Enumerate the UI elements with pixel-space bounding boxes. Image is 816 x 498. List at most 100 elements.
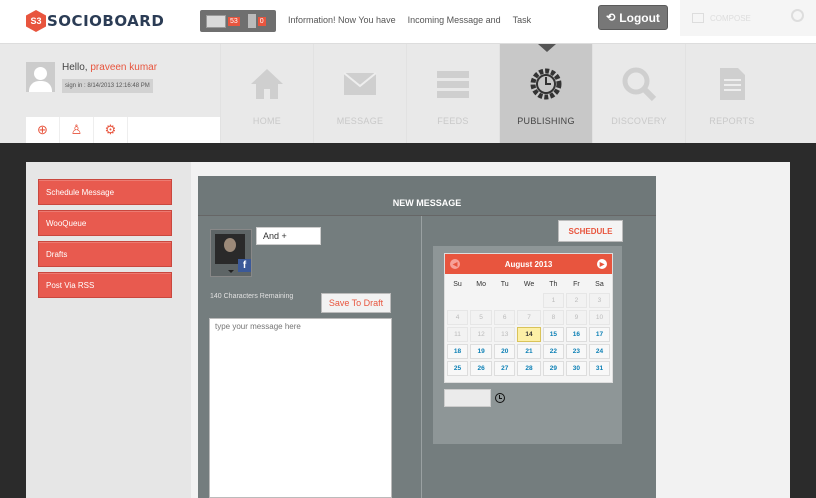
calendar-day[interactable]: 22 <box>542 344 564 359</box>
calendar-day[interactable]: 28 <box>517 361 541 376</box>
calendar-day[interactable]: 27 <box>494 361 516 376</box>
weekday-header: Su <box>453 280 462 288</box>
calendar-day: 6 <box>494 310 516 325</box>
sidebar-item-schedule-message[interactable]: Schedule Message <box>38 179 172 205</box>
calendar-day[interactable]: 19 <box>470 344 493 359</box>
sidebar-item-drafts[interactable]: Drafts <box>38 241 172 267</box>
calendar-day: 5 <box>470 310 493 325</box>
chevron-down-icon <box>228 270 234 273</box>
gear-icon[interactable]: ⚙ <box>94 117 128 143</box>
calendar-day[interactable]: 17 <box>588 327 610 342</box>
task-link[interactable]: Task <box>513 15 532 25</box>
info-links: Information! Now You have Incoming Messa… <box>288 15 531 25</box>
nav-discovery-label: DISCOVERY <box>611 116 667 126</box>
envelope-icon[interactable] <box>206 14 226 28</box>
calendar-day: 9 <box>565 310 587 325</box>
logo-text: SOCIOBOARD <box>47 12 165 30</box>
weekday-header: Th <box>549 280 558 288</box>
calendar-day: 3 <box>588 293 610 308</box>
schedule-button[interactable]: SCHEDULE <box>558 220 623 242</box>
add-account-icon[interactable]: ⊕ <box>26 117 60 143</box>
calendar-day: 7 <box>517 310 541 325</box>
profile-selector[interactable]: f <box>210 229 252 277</box>
prev-month-icon[interactable]: ◀ <box>450 259 460 269</box>
compose-icon <box>692 13 704 23</box>
calendar-day[interactable]: 24 <box>588 344 610 359</box>
trash-count-badge: 0 <box>257 16 266 26</box>
search-icon[interactable] <box>791 9 804 22</box>
nav-home[interactable]: HOME <box>220 44 313 143</box>
notification-box: 53 0 <box>200 10 276 32</box>
users-icon[interactable]: ♙ <box>60 117 94 143</box>
calendar-day[interactable]: 23 <box>565 344 587 359</box>
incoming-message-link[interactable]: Incoming Message and <box>408 15 501 25</box>
top-bar: S3 SOCIOBOARD 53 0 Information! Now You … <box>0 0 816 44</box>
time-input[interactable] <box>444 389 491 407</box>
characters-remaining: 140 Characters Remaining <box>210 293 294 300</box>
calendar-day[interactable]: 20 <box>494 344 516 359</box>
sidebar-item-wooqueue[interactable]: WooQueue <box>38 210 172 236</box>
calendar-day[interactable]: 25 <box>447 361 469 376</box>
calendar-day[interactable]: 21 <box>517 344 541 359</box>
calendar-grid: Su Mo Tu We Th Fr Sa 1 2 3 4 5 6 7 8 9 10 11 12 13 14 15 16 17… <box>445 275 612 378</box>
calendar-day[interactable]: 18 <box>447 344 469 359</box>
calendar-day: 13 <box>494 327 516 342</box>
compose-button[interactable]: COMPOSE <box>680 0 816 36</box>
weekday-header: Mo <box>476 280 486 288</box>
logo[interactable]: S3 SOCIOBOARD <box>26 10 164 32</box>
nav-home-label: HOME <box>252 116 282 126</box>
logout-button[interactable]: ⟲ Logout <box>598 5 668 30</box>
calendar-day: 11 <box>447 327 469 342</box>
trash-icon[interactable] <box>247 14 256 28</box>
save-draft-button[interactable]: Save To Draft <box>321 293 391 313</box>
nav-reports-label: REPORTS <box>709 116 755 126</box>
calendar-day: 2 <box>565 293 587 308</box>
hello-label: Hello, <box>62 62 88 73</box>
calendar-day[interactable]: 14 <box>517 327 541 342</box>
calendar-month: August 2013 <box>504 259 553 269</box>
calendar-empty-cell <box>517 293 541 308</box>
sidebar-item-post-via-rss[interactable]: Post Via RSS <box>38 272 172 298</box>
calendar-day: 8 <box>542 310 564 325</box>
nav-message[interactable]: MESSAGE <box>313 44 406 143</box>
nav-feeds-label: FEEDS <box>437 116 469 126</box>
nav-discovery[interactable]: DISCOVERY <box>592 44 685 143</box>
calendar-day[interactable]: 16 <box>565 327 587 342</box>
weekday-header: Tu <box>500 280 509 288</box>
calendar-day[interactable]: 15 <box>542 327 564 342</box>
calendar-day: 1 <box>542 293 564 308</box>
compose-label: COMPOSE <box>710 13 751 23</box>
nav-publishing[interactable]: PUBLISHING <box>499 44 592 143</box>
calendar-empty-cell <box>494 293 515 308</box>
home-icon <box>251 69 283 99</box>
main-nav: HOME MESSAGE FEEDS PUBLISHING DISCOVERY … <box>220 44 778 143</box>
calendar-day: 4 <box>447 310 469 325</box>
calendar-day: 10 <box>588 310 610 325</box>
add-profile-button[interactable]: And + <box>256 227 321 245</box>
message-input[interactable] <box>209 318 392 498</box>
calendar-empty-cell <box>470 293 492 308</box>
logout-icon: ⟲ <box>606 12 616 24</box>
info-link[interactable]: Information! Now You have <box>288 15 396 25</box>
calendar: ◀ August 2013 ▶ Su Mo Tu We Th Fr Sa 123456789… <box>444 253 613 383</box>
facebook-icon: f <box>238 259 251 272</box>
nav-publishing-label: PUBLISHING <box>517 116 575 126</box>
weekday-header: Fr <box>573 280 580 288</box>
next-month-icon[interactable]: ▶ <box>597 259 607 269</box>
calendar-day: 12 <box>470 327 493 342</box>
nav-feeds[interactable]: FEEDS <box>406 44 499 143</box>
calendar-day[interactable]: 26 <box>470 361 493 376</box>
envelope-icon <box>343 72 377 95</box>
magnifier-icon <box>622 67 657 102</box>
nav-reports[interactable]: REPORTS <box>685 44 778 143</box>
calendar-day[interactable]: 30 <box>565 361 587 376</box>
nav-message-label: MESSAGE <box>336 116 384 126</box>
user-name[interactable]: praveen kumar <box>90 62 157 73</box>
panel-divider <box>421 216 422 498</box>
document-icon <box>720 68 745 100</box>
weekday-header: We <box>523 280 535 288</box>
clock-icon[interactable] <box>495 393 505 403</box>
calendar-day[interactable]: 31 <box>588 361 610 376</box>
calendar-day[interactable]: 29 <box>542 361 564 376</box>
avatar[interactable] <box>26 62 55 92</box>
